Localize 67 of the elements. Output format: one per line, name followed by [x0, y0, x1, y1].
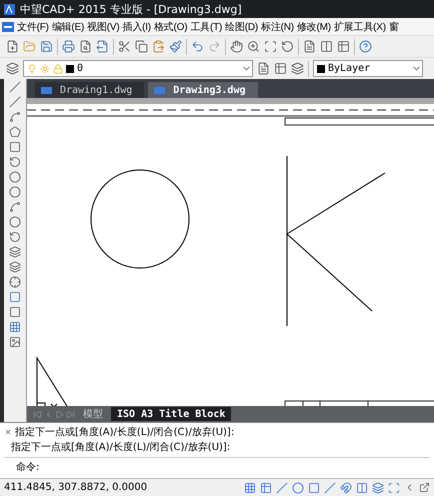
circle-icon[interactable]	[9, 171, 21, 183]
menu-item[interactable]: 绘图(D)	[225, 20, 258, 34]
construction-line-icon[interactable]	[9, 96, 21, 108]
polyline-icon[interactable]	[9, 111, 21, 123]
undo-icon[interactable]	[191, 40, 204, 53]
status-toggle-icon[interactable]	[340, 482, 352, 494]
file-tab[interactable]: Drawing3.dwg	[148, 82, 258, 98]
layer-manager-icon[interactable]	[6, 62, 19, 75]
layer-dropdown[interactable]: 0	[23, 60, 253, 77]
menu-item[interactable]: 窗	[388, 20, 399, 34]
file-tab[interactable]: Drawing1.dwg	[35, 82, 144, 98]
properties-icon[interactable]	[303, 40, 316, 53]
rectangle-icon[interactable]	[9, 141, 21, 153]
ucs-icon	[36, 358, 70, 406]
color-swatch	[66, 64, 74, 72]
table-icon[interactable]	[9, 321, 21, 333]
menu-item[interactable]: 标注(N)	[261, 20, 294, 34]
status-toggle-icon[interactable]	[276, 482, 288, 494]
menu-item[interactable]: 插入(I)	[122, 20, 151, 34]
status-toggle-icon[interactable]	[260, 482, 272, 494]
status-toggle-icon[interactable]	[372, 482, 384, 494]
status-toggle-icon[interactable]	[324, 482, 336, 494]
color-value: ByLayer	[328, 63, 370, 74]
menu-item[interactable]: 工具(T)	[190, 20, 222, 34]
menu-item[interactable]: 视图(V)	[87, 20, 120, 34]
open-window-icon[interactable]	[419, 482, 430, 493]
print-icon[interactable]	[62, 40, 75, 53]
status-toggle-icon[interactable]	[388, 482, 400, 494]
match-properties-icon[interactable]	[169, 40, 182, 53]
file-icon	[41, 86, 52, 94]
layout-tab[interactable]: 模型	[77, 407, 109, 421]
command-prompt[interactable]: 命令:	[4, 457, 430, 474]
app-logo-icon	[4, 4, 15, 14]
status-toggle-icon[interactable]	[308, 482, 320, 494]
spline-icon[interactable]	[9, 201, 21, 213]
pan-icon[interactable]	[230, 40, 243, 53]
layer-name: 0	[77, 63, 84, 74]
color-dropdown[interactable]: ByLayer	[313, 60, 423, 77]
file-icon	[154, 86, 166, 94]
new-file-icon[interactable]	[6, 40, 19, 53]
command-history-line: 指定下一点或[角度(A)/长度(L)/闭合(C)/放弃(U)]:	[11, 440, 230, 454]
command-history-line: 指定下一点或[角度(A)/长度(L)/闭合(C)/放弃(U)]:	[15, 426, 234, 439]
image-icon[interactable]	[9, 336, 21, 348]
zoom-icon[interactable]	[247, 40, 260, 53]
menu-item[interactable]: 文件(F)	[17, 20, 49, 34]
menu-item[interactable]: 扩展工具(X)	[334, 20, 386, 34]
app-menu-icon[interactable]	[2, 22, 14, 32]
save-icon[interactable]	[40, 40, 53, 53]
hatch-icon[interactable]	[9, 291, 21, 303]
menu-item[interactable]: 格式(O)	[154, 20, 188, 34]
window-title: 中望CAD+ 2015 专业版 - [Drawing3.dwg]	[20, 2, 242, 16]
status-toggle-icon[interactable]	[356, 482, 368, 494]
cut-icon[interactable]	[118, 40, 131, 53]
coordinates-readout: 411.4845, 307.8872, 0.0000	[4, 482, 148, 493]
copy-icon[interactable]	[135, 40, 148, 53]
close-icon[interactable]	[4, 428, 12, 436]
layout-tab[interactable]: ISO A3 Title Block	[111, 407, 232, 421]
polygon-icon[interactable]	[9, 126, 21, 138]
print-preview-icon[interactable]	[79, 40, 92, 53]
status-toggle-icon[interactable]	[292, 482, 304, 494]
status-toggle-icon[interactable]	[244, 482, 256, 494]
line-icon[interactable]	[9, 81, 21, 93]
menu-item[interactable]: 修改(M)	[296, 20, 331, 34]
paste-icon[interactable]	[152, 40, 165, 53]
menu-item[interactable]: 编辑(E)	[52, 20, 84, 34]
color-swatch	[317, 64, 325, 72]
help-icon[interactable]	[359, 40, 372, 53]
